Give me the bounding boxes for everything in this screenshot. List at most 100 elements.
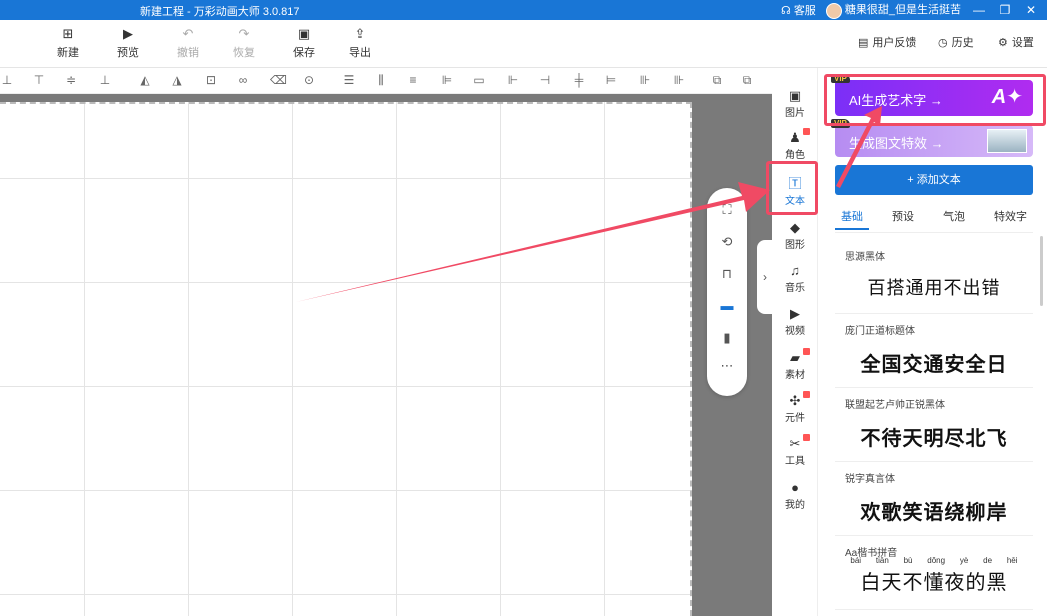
headset-icon: ☊ <box>780 5 791 17</box>
rail-item-shape[interactable]: ◆ 图形 <box>772 220 818 251</box>
font-card[interactable]: 锐字真言体 欢歌笑语绕柳岸 <box>835 462 1033 536</box>
rail-label: 素材 <box>785 370 805 381</box>
font-card[interactable]: 思源黑体 百搭通用不出错 <box>835 240 1033 314</box>
alignment-toolbar: ⊥ ⊤ ≑ ⊥ ◭ ◮ ⊡ ∞ ⌫ ⊙ ☰ ⫼ ≡ ⊫ ▭ ⊩ ⊣ ╪ ⊨ ⊪ … <box>0 68 772 94</box>
font-card[interactable]: 庞门正道标题体 全国交通安全日 <box>835 314 1033 388</box>
flip-horizontal-icon[interactable]: ◭ <box>138 73 152 87</box>
space-v-icon[interactable]: ⊪ <box>672 73 686 87</box>
rotate-icon[interactable]: ⟲ <box>719 234 735 250</box>
video-icon: ▶ <box>790 306 800 321</box>
settings-button[interactable]: ⚙ 设置 <box>998 34 1034 50</box>
feedback-button[interactable]: ▤ 用户反馈 <box>858 34 916 50</box>
rail-item-tools[interactable]: ✂ 工具 <box>772 434 818 467</box>
shape-icon: ◆ <box>790 220 800 235</box>
undo-button[interactable]: ↶ 撤销 <box>168 26 208 60</box>
redo-button[interactable]: ↷ 恢复 <box>224 26 264 60</box>
save-button[interactable]: ▣ 保存 <box>284 26 324 60</box>
image-text-effect-button[interactable]: VIP 生成图文特效 → <box>831 119 1033 157</box>
highlight-text-tab <box>766 161 818 215</box>
tab-bubble[interactable]: 气泡 <box>937 208 971 232</box>
pinyin: tiān <box>875 556 889 565</box>
more-icon[interactable]: ⋯ <box>719 358 735 374</box>
minimize-icon[interactable]: — <box>971 3 987 17</box>
flip-vertical-icon[interactable]: ◮ <box>170 73 184 87</box>
collapse-panel-handle[interactable]: › <box>757 240 773 314</box>
paste-icon[interactable]: ⧉ <box>740 73 754 87</box>
user-icon: ● <box>791 480 799 495</box>
titlebar-right: ☊ 客服 糖果很甜_但是生活挺苦 — ❐ ✕ <box>781 0 1039 20</box>
close-icon[interactable]: ✕ <box>1023 3 1039 17</box>
font-name: 思源黑体 <box>845 252 885 263</box>
tab-basic[interactable]: 基础 <box>835 208 869 230</box>
tab-effect-text[interactable]: 特效字 <box>988 208 1033 232</box>
preview-button[interactable]: ▶ 预览 <box>108 26 148 60</box>
new-badge <box>803 128 810 135</box>
space-h-icon[interactable]: ⊪ <box>638 73 652 87</box>
tab-preset[interactable]: 预设 <box>886 208 920 232</box>
align-center-icon[interactable]: ▭ <box>472 73 486 87</box>
font-sample: 百搭通用不出错 <box>867 278 1001 298</box>
customer-service-link[interactable]: ☊ 客服 <box>781 2 816 18</box>
align-left-icon[interactable]: ⊫ <box>440 73 454 87</box>
redo-label: 恢复 <box>233 47 255 59</box>
text-tabs: 基础 预设 气泡 特效字 <box>835 208 1033 232</box>
rail-item-material[interactable]: ▰ 素材 <box>772 348 818 381</box>
link-icon[interactable]: ∞ <box>236 73 250 87</box>
align-right-edge-icon[interactable]: ⊣ <box>538 73 552 87</box>
align-bottom-icon[interactable]: ⊥ <box>0 73 14 87</box>
new-label: 新建 <box>57 47 79 59</box>
font-card[interactable]: 联盟起艺卢帅正锐黑体 不待天明尽北飞 <box>835 388 1033 462</box>
rail-label: 视频 <box>785 326 805 337</box>
new-button[interactable]: ⊞ 新建 <box>48 26 88 60</box>
tablet-icon[interactable]: ▮ <box>719 330 735 346</box>
pinyin: bù <box>903 556 913 565</box>
chevron-right-icon: › <box>763 270 767 284</box>
title-bar: 新建工程 - 万彩动画大师 3.0.817 ☊ 客服 糖果很甜_但是生活挺苦 —… <box>0 0 1047 20</box>
trash-icon[interactable]: ⌫ <box>270 73 287 87</box>
align-right-icon[interactable]: ⊩ <box>506 73 520 87</box>
rail-label: 元件 <box>785 413 805 424</box>
monitor-icon[interactable]: ▬ <box>719 298 735 314</box>
history-button[interactable]: ◷ 历史 <box>938 34 974 50</box>
new-badge <box>803 391 810 398</box>
font-card[interactable]: Aa楷书拼音 bái tiān bù dǒng yè de hēi 白天不懂夜的… <box>835 536 1033 610</box>
restore-icon[interactable]: ❐ <box>997 3 1013 17</box>
copy-icon[interactable]: ⧉ <box>710 73 724 87</box>
distribute-v-icon[interactable]: ≡ <box>406 73 420 87</box>
canvas-stage[interactable] <box>0 102 692 616</box>
distribute-top-icon[interactable]: ☰ <box>342 73 356 87</box>
tab-divider <box>835 232 1033 233</box>
rail-label: 我的 <box>785 500 805 511</box>
history-icon: ◷ <box>938 36 948 49</box>
distribute-h-icon[interactable]: ⫼ <box>374 73 388 87</box>
add-text-button[interactable]: + 添加文本 <box>835 165 1033 195</box>
lock-icon[interactable]: ⊡ <box>204 73 218 87</box>
rail-item-character[interactable]: ♟ 角色 <box>772 128 818 161</box>
highlight-ai-art-button <box>824 74 1046 126</box>
side-rail: ▣ 图片 ♟ 角色 🅃 文本 ◆ 图形 ♫ 音乐 ▶ 视频 ▰ 素材 ✣ 元件 ✂ 工具 ● 我的 <box>772 68 818 616</box>
user-account[interactable]: 糖果很甜_但是生活挺苦 <box>825 1 961 19</box>
unlock-icon[interactable]: ⊓ <box>719 266 735 282</box>
fullscreen-icon[interactable]: ⛶ <box>719 202 735 218</box>
rail-item-music[interactable]: ♫ 音乐 <box>772 263 818 294</box>
pinyin: yè <box>959 556 969 565</box>
rail-item-mine[interactable]: ● 我的 <box>772 480 818 511</box>
rail-item-image[interactable]: ▣ 图片 <box>772 88 818 119</box>
fit-icon[interactable]: ⊙ <box>302 73 316 87</box>
font-name: 联盟起艺卢帅正锐黑体 <box>845 400 945 411</box>
align-top-icon[interactable]: ⊤ <box>32 73 46 87</box>
pinyin: de <box>983 556 993 565</box>
export-button[interactable]: ⇪ 导出 <box>340 26 380 60</box>
center-h-icon[interactable]: ╪ <box>572 73 586 87</box>
panel-scrollbar[interactable] <box>1040 236 1043 306</box>
align-baseline-icon[interactable]: ⊥ <box>98 73 112 87</box>
rail-item-component[interactable]: ✣ 元件 <box>772 391 818 424</box>
window-title: 新建工程 - 万彩动画大师 3.0.817 <box>140 6 300 18</box>
rail-item-video[interactable]: ▶ 视频 <box>772 306 818 337</box>
effect-label: 生成图文特效 → <box>849 136 944 151</box>
align-middle-icon[interactable]: ≑ <box>64 73 78 87</box>
redo-icon: ↷ <box>238 26 250 41</box>
center-v-icon[interactable]: ⊨ <box>604 73 618 87</box>
font-sample: 白天不懂夜的黑 <box>860 570 1008 594</box>
undo-label: 撤销 <box>177 47 199 59</box>
